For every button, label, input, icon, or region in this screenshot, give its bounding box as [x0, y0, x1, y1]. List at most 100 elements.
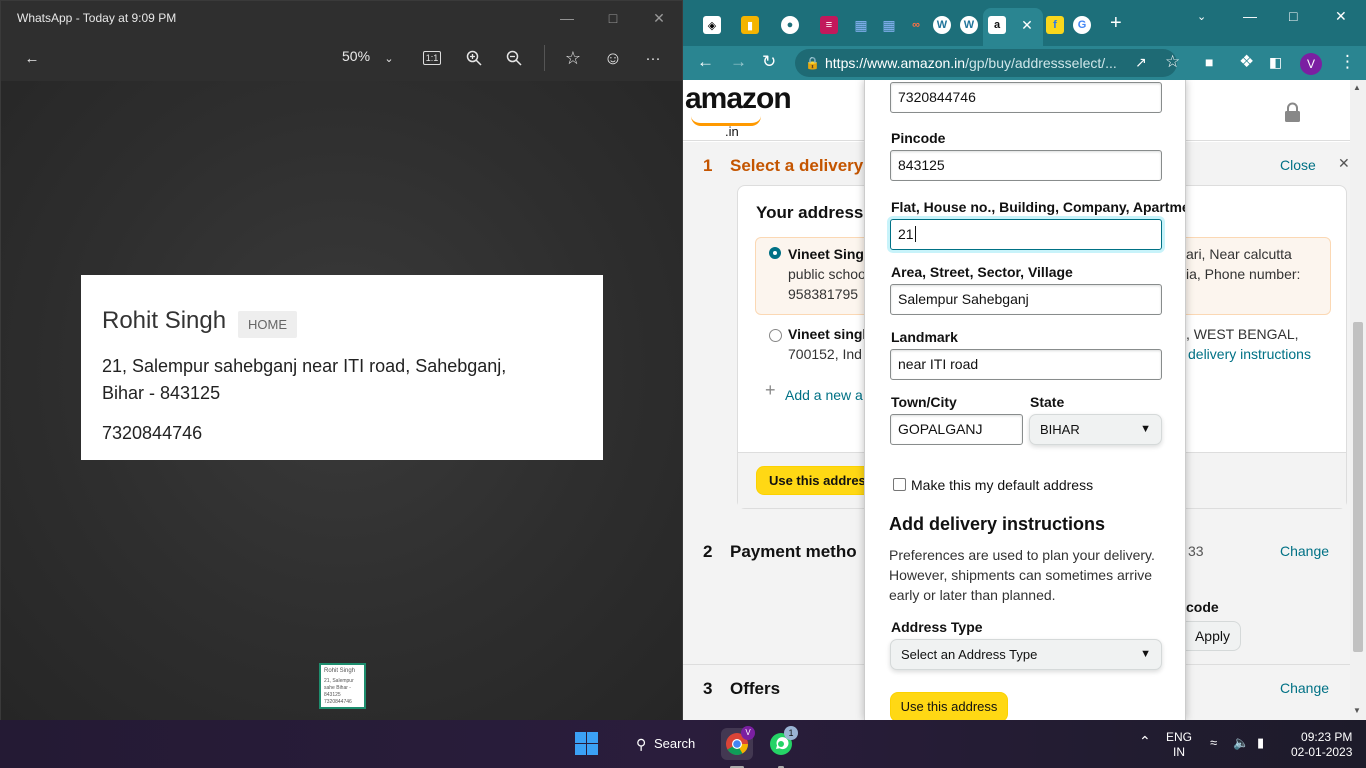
- bookmark-star-icon[interactable]: ☆: [1165, 52, 1180, 72]
- url-field[interactable]: 🔒 https://www.amazon.in/gp/buy/addressse…: [795, 49, 1177, 77]
- taskbar-search[interactable]: ⚲ Search: [628, 728, 706, 760]
- start-windows-icon[interactable]: [575, 732, 598, 755]
- pincode-input[interactable]: 843125: [890, 150, 1162, 181]
- share-icon[interactable]: ↗: [1135, 54, 1147, 71]
- minimize-icon[interactable]: —: [544, 1, 590, 35]
- wordpress-icon[interactable]: W: [933, 16, 951, 34]
- language-indicator[interactable]: ENG IN: [1166, 730, 1192, 760]
- viewer-window-controls: — □ ✕: [544, 1, 682, 35]
- plus-icon[interactable]: +: [765, 380, 776, 401]
- zoom-in-icon[interactable]: [463, 47, 485, 69]
- step3-title: Offers: [730, 679, 781, 698]
- amazon-icon[interactable]: a: [988, 16, 1006, 34]
- amazon-logo[interactable]: amazon: [685, 82, 792, 116]
- page-scrollbar[interactable]: ▲ ▼: [1350, 80, 1366, 720]
- taskbar-whatsapp[interactable]: 1: [765, 726, 798, 768]
- language-code: ENG: [1166, 730, 1193, 744]
- default-address-label[interactable]: Make this my default address: [911, 477, 1093, 493]
- back-arrow-icon[interactable]: ←: [21, 47, 43, 69]
- codepen-icon[interactable]: ◈: [703, 16, 721, 34]
- favorite-star-icon[interactable]: ☆: [562, 47, 584, 69]
- globe-icon[interactable]: ●: [781, 16, 799, 34]
- state-value: BIHAR: [1040, 422, 1080, 437]
- add-new-address-link[interactable]: Add a new a: [785, 387, 863, 403]
- secure-lock-icon: [1285, 102, 1300, 122]
- tab-search-icon[interactable]: ⌄: [1197, 10, 1206, 23]
- landmark-input[interactable]: near ITI road: [890, 349, 1162, 380]
- state-select[interactable]: BIHAR ▼: [1029, 414, 1162, 445]
- grid-icon[interactable]: ▦: [852, 16, 870, 34]
- close-icon[interactable]: ✕: [636, 1, 682, 35]
- scroll-up-icon[interactable]: ▲: [1353, 83, 1361, 92]
- phone-input[interactable]: 7320844746: [890, 82, 1162, 113]
- close-link[interactable]: Close: [1280, 157, 1316, 173]
- viewer-title: WhatsApp - Today at 9:09 PM: [17, 11, 177, 25]
- chevron-up-icon[interactable]: ⌃: [1139, 733, 1151, 750]
- google-icon[interactable]: G: [1073, 16, 1091, 34]
- maximize-icon[interactable]: □: [590, 1, 636, 35]
- scroll-down-icon[interactable]: ▼: [1353, 706, 1361, 715]
- extension-icon[interactable]: ■: [1205, 54, 1213, 70]
- app-icon[interactable]: ≡: [820, 16, 838, 34]
- default-address-checkbox[interactable]: [893, 478, 906, 491]
- your-addresses-heading: Your address: [756, 203, 864, 222]
- town-input[interactable]: GOPALGANJ: [890, 414, 1023, 445]
- profile-avatar[interactable]: V: [1300, 53, 1322, 75]
- flat-value: 21: [898, 226, 914, 242]
- card-address: 21, Salempur sahebganj near ITI road, Sa…: [102, 353, 542, 407]
- add-address-modal: 7320844746 Pincode 843125 Flat, House no…: [864, 80, 1186, 720]
- back-arrow-icon[interactable]: ←: [697, 52, 714, 72]
- app-icon[interactable]: ▮: [741, 16, 759, 34]
- use-this-address-button[interactable]: Use this address: [890, 692, 1008, 720]
- chevron-down-icon[interactable]: ⌄: [378, 47, 400, 69]
- viewer-titlebar: WhatsApp - Today at 9:09 PM — □ ✕: [1, 1, 682, 35]
- grid-icon[interactable]: ▦: [880, 16, 898, 34]
- address-type-select[interactable]: Select an Address Type ▼: [890, 639, 1162, 670]
- zoom-out-icon[interactable]: [503, 47, 525, 69]
- address-radio-selected[interactable]: [769, 247, 781, 259]
- town-label: Town/City: [891, 394, 957, 410]
- clock-date: 02-01-2023: [1291, 745, 1353, 759]
- reload-icon[interactable]: ↻: [762, 52, 776, 72]
- new-tab-icon[interactable]: +: [1110, 12, 1122, 35]
- zoom-level[interactable]: 50%: [342, 48, 370, 64]
- state-label: State: [1030, 394, 1065, 410]
- payment-value: 33: [1188, 543, 1204, 559]
- battery-icon[interactable]: ▮: [1257, 735, 1264, 751]
- link-icon[interactable]: ∞: [907, 16, 925, 34]
- change-payment-link[interactable]: Change: [1280, 543, 1329, 559]
- more-options-icon[interactable]: ···: [642, 47, 664, 69]
- scrollbar-thumb[interactable]: [1353, 322, 1363, 652]
- menu-kebab-icon[interactable]: ⋮: [1339, 52, 1356, 72]
- close-icon[interactable]: ✕: [1335, 8, 1347, 25]
- taskbar-chrome[interactable]: V: [721, 726, 755, 768]
- change-offers-link[interactable]: Change: [1280, 680, 1329, 696]
- wifi-icon[interactable]: ≈: [1210, 735, 1217, 750]
- wordpress-icon[interactable]: W: [960, 16, 978, 34]
- forward-arrow-icon[interactable]: →: [730, 52, 747, 72]
- address1-line: public schoo: [788, 266, 866, 282]
- address2-name: Vineet singl: [788, 326, 867, 342]
- step1-title: Select a delivery: [730, 156, 864, 175]
- address1-right-a: ari, Near calcutta: [1186, 246, 1292, 262]
- address-card-image: Rohit Singh HOME 21, Salempur sahebganj …: [81, 275, 603, 460]
- instructions-text: Preferences are used to plan your delive…: [889, 547, 1155, 603]
- minimize-icon[interactable]: —: [1243, 8, 1257, 24]
- close-icon[interactable]: ✕: [1338, 155, 1350, 172]
- address1-name: Vineet Sing: [788, 246, 864, 262]
- flat-input[interactable]: 21​: [890, 219, 1162, 250]
- actual-size-icon[interactable]: 1:1: [423, 51, 441, 65]
- filmstrip-thumbnail[interactable]: Rohit Singh 21, Salempur sahe Bihar - 84…: [319, 663, 366, 709]
- address-radio[interactable]: [769, 329, 782, 342]
- delivery-instructions-link[interactable]: delivery instructions: [1188, 346, 1311, 362]
- lock-icon[interactable]: 🔒: [805, 49, 820, 77]
- maximize-icon[interactable]: □: [1289, 8, 1297, 24]
- emoji-icon[interactable]: ☺: [602, 47, 624, 69]
- area-input[interactable]: Salempur Sahebganj: [890, 284, 1162, 315]
- clock[interactable]: 09:23 PM 02-01-2023: [1291, 730, 1352, 760]
- puzzle-icon[interactable]: ❖: [1239, 52, 1254, 72]
- volume-icon[interactable]: 🔈: [1233, 735, 1249, 751]
- side-panel-icon[interactable]: ◧: [1269, 54, 1282, 71]
- close-icon[interactable]: ✕: [1018, 16, 1036, 34]
- flipkart-icon[interactable]: f: [1046, 16, 1064, 34]
